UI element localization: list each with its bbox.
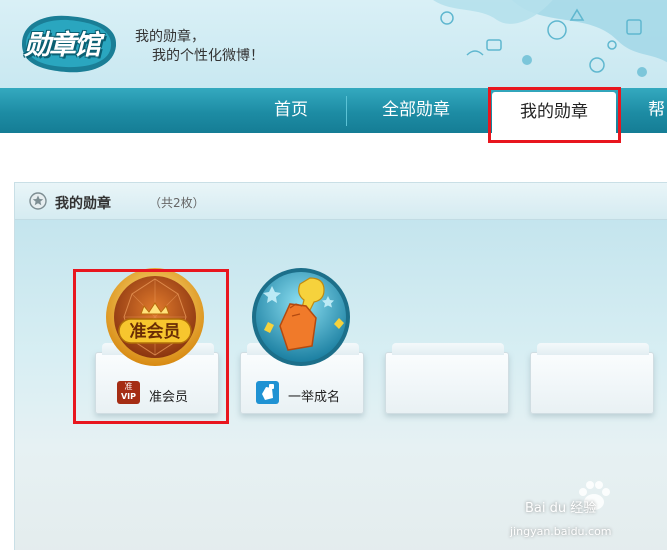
watermark-brand: Bai du 经验: [525, 501, 597, 516]
trophy-badge-icon[interactable]: [250, 266, 352, 368]
hand-icon: [262, 384, 274, 400]
nav-item-home[interactable]: 首页: [252, 88, 330, 133]
slogan-line-1: 我的勋章，: [135, 29, 205, 45]
decorative-doodles: [433, 0, 667, 77]
badge-count: （共2枚）: [149, 196, 205, 210]
medal-icon: [29, 192, 47, 210]
trophy-small-icon: [256, 381, 279, 404]
nav-item-all-badges[interactable]: 全部勋章: [366, 88, 466, 133]
watermark-url: jingyan.baidu.com: [510, 525, 612, 538]
nav-item-help[interactable]: 帮: [648, 88, 667, 133]
badge-name-vip[interactable]: 准会员: [149, 386, 188, 405]
slot-top: [392, 343, 504, 355]
panel-header: 我的勋章 （共2枚）: [15, 183, 667, 220]
vip-small-icon-top: 准: [124, 382, 133, 391]
vip-small-icon-bottom: VIP: [120, 392, 137, 401]
panel-title: 我的勋章: [55, 196, 111, 212]
logo-text[interactable]: 勋章馆: [24, 23, 101, 62]
badge-name-famous[interactable]: 一举成名: [288, 386, 340, 405]
site-header: 勋章馆 我的勋章， 我的个性化微博！: [0, 0, 667, 88]
badge-slot-4[interactable]: [530, 343, 654, 414]
highlight-box-nav: [488, 87, 621, 143]
badge-slot-3[interactable]: [385, 343, 509, 414]
slogan-line-2: 我的个性化微博！: [152, 48, 264, 64]
nav-separator: [346, 96, 347, 126]
vip-small-icon: 准 VIP: [117, 381, 140, 404]
slot-top: [537, 343, 649, 355]
